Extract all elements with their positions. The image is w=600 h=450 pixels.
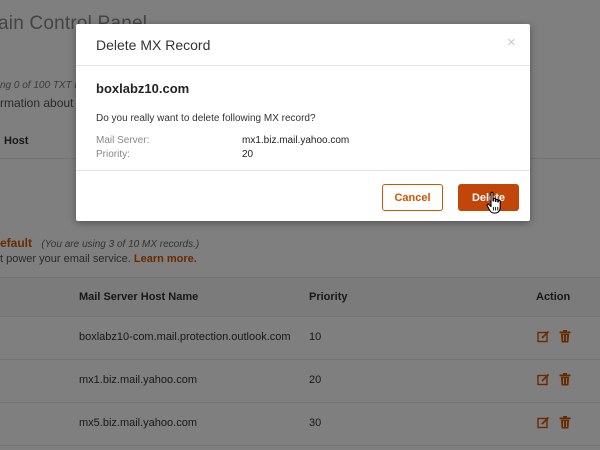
mail-server-label: Mail Server: xyxy=(96,135,150,146)
mail-server-value: mx1.biz.mail.yahoo.com xyxy=(242,135,350,146)
dialog-footer: Cancel Delete xyxy=(76,170,530,221)
domain-name: boxlabz10.com xyxy=(96,81,190,96)
close-icon[interactable]: × xyxy=(507,35,516,50)
delete-mx-dialog: Delete MX Record × boxlabz10.com Do you … xyxy=(76,24,530,221)
dialog-title: Delete MX Record xyxy=(96,37,211,53)
confirm-question: Do you really want to delete following M… xyxy=(96,113,316,124)
delete-button[interactable]: Delete xyxy=(458,184,519,211)
priority-label: Priority: xyxy=(96,149,130,160)
priority-value: 20 xyxy=(242,149,254,160)
cancel-button[interactable]: Cancel xyxy=(382,184,443,211)
dialog-body: boxlabz10.com Do you really want to dele… xyxy=(76,66,530,170)
dialog-header: Delete MX Record × xyxy=(76,24,530,66)
